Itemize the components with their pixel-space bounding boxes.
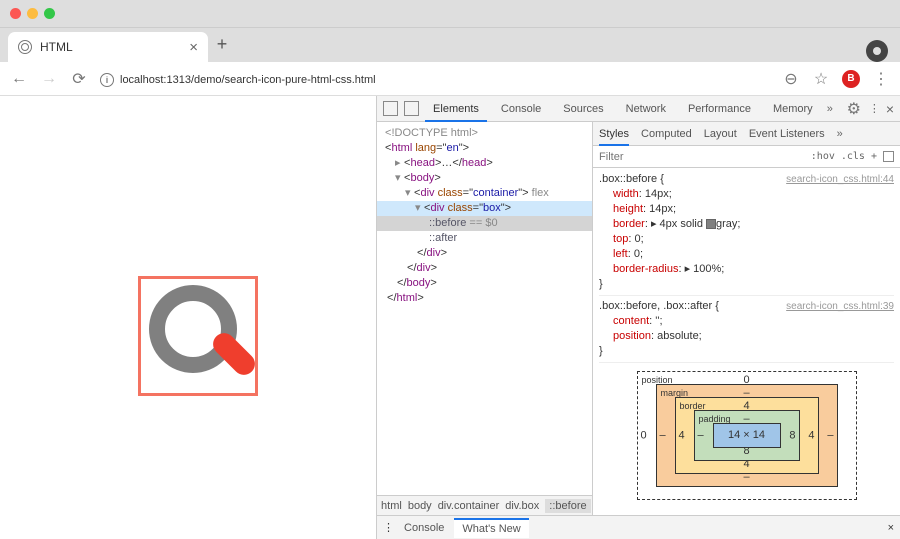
tab-sources[interactable]: Sources [555, 96, 611, 122]
devtools-drawer: ⋮ Console What's New × [377, 515, 900, 539]
tab-console[interactable]: Console [493, 96, 549, 122]
new-rule-button[interactable]: + [871, 151, 877, 162]
tab-performance[interactable]: Performance [680, 96, 759, 122]
dom-node[interactable]: </html> [377, 291, 592, 306]
dom-node[interactable]: </div> [377, 261, 592, 276]
tab-elements[interactable]: Elements [425, 96, 487, 122]
cls-toggle[interactable]: .cls [841, 151, 865, 162]
window-titlebar [0, 0, 900, 28]
styles-overflow-icon[interactable]: » [837, 128, 843, 140]
styles-rules[interactable]: .box::before { search-icon_css.html:44 w… [593, 168, 900, 515]
tab-styles[interactable]: Styles [599, 122, 629, 146]
back-button[interactable]: ← [10, 70, 28, 88]
profile-avatar[interactable] [866, 40, 888, 62]
zoom-icon[interactable]: ⊖ [782, 69, 800, 89]
styles-filter-row: :hov .cls + [593, 146, 900, 168]
devtools-panel: Elements Console Sources Network Perform… [376, 96, 900, 539]
breadcrumb-item[interactable]: body [408, 500, 432, 512]
devtools-close-icon[interactable]: × [886, 101, 894, 117]
window-minimize-button[interactable] [27, 8, 38, 19]
breadcrumb-item[interactable]: html [381, 500, 402, 512]
inspect-element-icon[interactable] [383, 101, 398, 116]
url-text: localhost:1313/demo/search-icon-pure-htm… [120, 74, 376, 86]
dom-node[interactable]: ▾<div class="container"> flex [377, 186, 592, 201]
new-tab-button[interactable]: + [208, 34, 236, 62]
window-maximize-button[interactable] [44, 8, 55, 19]
drawer-tab-console[interactable]: Console [404, 522, 444, 534]
dom-node-selected[interactable]: ::before == $0 [377, 216, 592, 231]
window-close-button[interactable] [10, 8, 21, 19]
rule-source-link[interactable]: search-icon_css.html:39 [786, 299, 894, 314]
hov-toggle[interactable]: :hov [811, 151, 835, 162]
dom-node[interactable]: <html lang="en"> [377, 141, 592, 156]
rendered-page [0, 96, 376, 539]
bookmark-icon[interactable]: ☆ [812, 69, 830, 89]
dom-node[interactable]: ::after [377, 231, 592, 246]
dom-tree[interactable]: <!DOCTYPE html> <html lang="en"> ▸<head>… [377, 122, 592, 495]
reload-button[interactable]: ⟳ [70, 69, 88, 89]
styles-filter-input[interactable] [599, 151, 805, 163]
drawer-close-icon[interactable]: × [888, 522, 894, 534]
extension-icon[interactable]: B [842, 70, 860, 88]
demo-container [138, 276, 258, 396]
dom-tree-panel: <!DOCTYPE html> <html lang="en"> ▸<head>… [377, 122, 593, 515]
browser-tab-strip: HTML × + [0, 28, 900, 62]
dom-node[interactable]: <!DOCTYPE html> [377, 126, 592, 141]
breadcrumb-item[interactable]: div.container [438, 500, 500, 512]
devtools-settings-icon[interactable]: ⚙ [845, 99, 863, 119]
tab-network[interactable]: Network [618, 96, 674, 122]
rule-source-link[interactable]: search-icon_css.html:44 [786, 172, 894, 187]
tab-memory[interactable]: Memory [765, 96, 821, 122]
devtools-menu-icon[interactable]: ⋮ [869, 102, 880, 115]
dom-node[interactable]: ▾<body> [377, 171, 592, 186]
tab-layout[interactable]: Layout [704, 128, 737, 140]
css-rule[interactable]: .box::before, .box::after { search-icon_… [599, 299, 894, 363]
address-bar-row: ← → ⟳ i localhost:1313/demo/search-icon-p… [0, 62, 900, 96]
dom-node[interactable]: ▾<div class="box"> [377, 201, 592, 216]
tab-event-listeners[interactable]: Event Listeners [749, 128, 825, 140]
search-icon [141, 279, 255, 393]
breadcrumb-item[interactable]: ::before [545, 499, 590, 513]
globe-icon [18, 40, 32, 54]
dom-node[interactable]: ▸<head>…</head> [377, 156, 592, 171]
devtools-tab-bar: Elements Console Sources Network Perform… [377, 96, 900, 122]
content-area: Elements Console Sources Network Perform… [0, 96, 900, 539]
dom-breadcrumb: html body div.container div.box ::before [377, 495, 592, 515]
site-info-icon[interactable]: i [100, 73, 114, 87]
tab-computed[interactable]: Computed [641, 128, 692, 140]
tabs-overflow-icon[interactable]: » [827, 103, 833, 115]
styles-tab-bar: Styles Computed Layout Event Listeners » [593, 122, 900, 146]
color-swatch[interactable] [706, 219, 716, 229]
box-model-content: 14 × 14 [713, 423, 781, 448]
close-tab-icon[interactable]: × [189, 39, 198, 56]
styles-panel: Styles Computed Layout Event Listeners »… [593, 122, 900, 515]
browser-menu-icon[interactable]: ⋮ [872, 69, 890, 89]
drawer-tab-whats-new[interactable]: What's New [454, 518, 528, 538]
browser-tab[interactable]: HTML × [8, 32, 208, 62]
address-bar[interactable]: i localhost:1313/demo/search-icon-pure-ht… [100, 71, 770, 87]
css-rule[interactable]: .box::before { search-icon_css.html:44 w… [599, 172, 894, 296]
dom-node[interactable]: </body> [377, 276, 592, 291]
breadcrumb-item[interactable]: div.box [505, 500, 539, 512]
drawer-menu-icon[interactable]: ⋮ [383, 521, 394, 534]
styles-more-icon[interactable] [883, 151, 894, 162]
box-model-diagram[interactable]: position 0 0 margin –––– border 4444 [637, 371, 857, 500]
dom-node[interactable]: </div> [377, 246, 592, 261]
device-toolbar-icon[interactable] [404, 101, 419, 116]
tab-title: HTML [40, 40, 181, 54]
forward-button[interactable]: → [40, 70, 58, 88]
